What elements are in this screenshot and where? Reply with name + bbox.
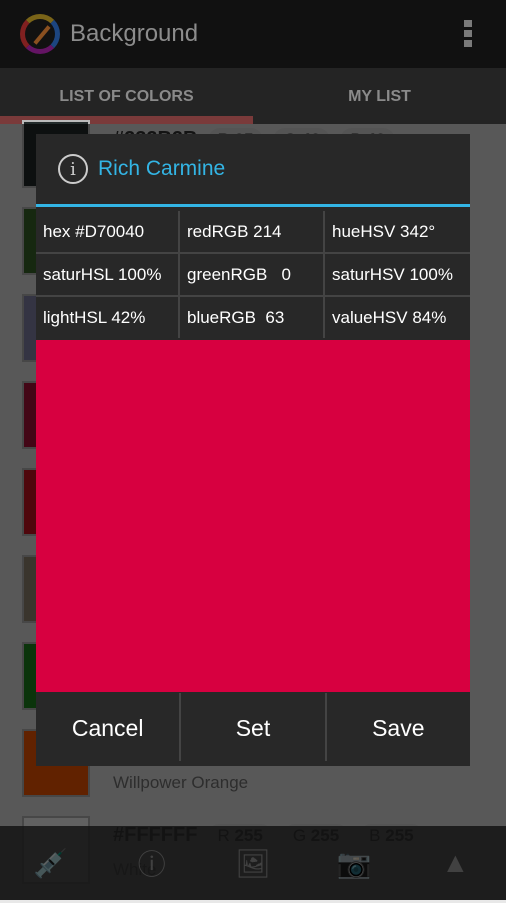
action-bar: Background <box>0 0 506 68</box>
color-value-cell: hex #D70040 <box>36 211 180 252</box>
overflow-menu-icon[interactable] <box>464 20 472 50</box>
info-icon: i <box>58 154 88 184</box>
dialog-buttons: Cancel Set Save <box>36 693 470 761</box>
color-values-grid: hex #D70040 redRGB 214 hueHSV 342° saturHSL… <box>36 211 470 338</box>
tab-list-of-colors[interactable]: LIST OF COLORS <box>0 68 253 124</box>
color-value-cell: saturHSV 100% <box>325 254 470 295</box>
color-value-cell: saturHSL 100% <box>36 254 180 295</box>
color-value-cell: lightHSL 42% <box>36 297 180 338</box>
tab-my-list[interactable]: MY LIST <box>253 68 506 124</box>
app-logo-icon[interactable] <box>20 14 60 54</box>
app-title: Background <box>70 20 199 47</box>
set-button[interactable]: Set <box>181 693 327 761</box>
color-preview <box>36 340 470 692</box>
tab-bar: LIST OF COLORS MY LIST <box>0 68 506 124</box>
color-value-cell: valueHSV 84% <box>325 297 470 338</box>
color-value-cell: redRGB 214 <box>180 211 325 252</box>
dialog-title: Rich Carmine <box>98 157 226 180</box>
color-value-cell: hueHSV 342° <box>325 211 470 252</box>
save-button[interactable]: Save <box>327 693 470 761</box>
dialog-header: i Rich Carmine <box>36 134 470 207</box>
cancel-button[interactable]: Cancel <box>36 693 182 761</box>
color-value-cell: greenRGB 0 <box>180 254 325 295</box>
color-info-dialog: i Rich Carmine hex #D70040 redRGB 214 hueH… <box>36 134 470 766</box>
color-value-cell: blueRGB 63 <box>180 297 325 338</box>
